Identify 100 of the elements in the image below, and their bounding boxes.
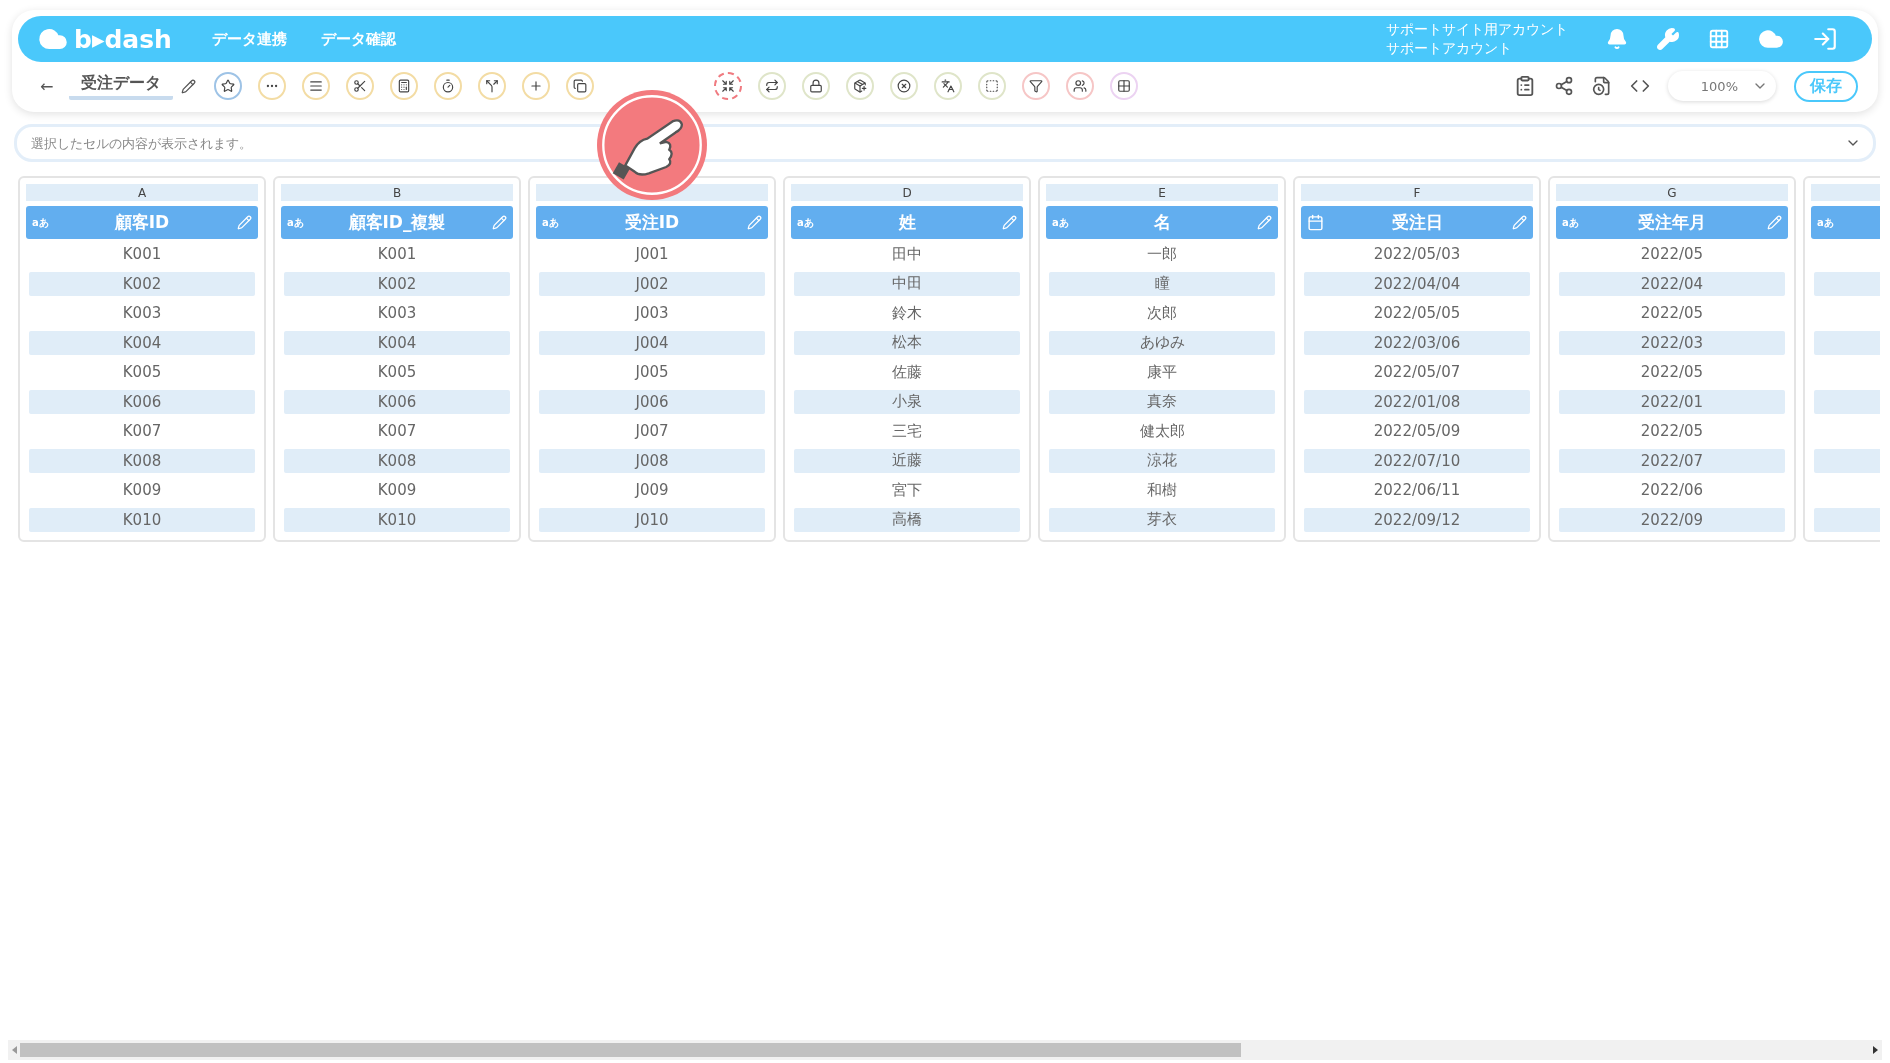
- column-header[interactable]: aあ 顧客ID_複製: [281, 206, 513, 239]
- translate-button[interactable]: [934, 72, 963, 100]
- column-header[interactable]: 受注日: [1301, 206, 1533, 239]
- table-cell: K010: [284, 507, 510, 532]
- star-icon: [221, 79, 236, 93]
- plus-button[interactable]: [522, 72, 551, 100]
- copy-button[interactable]: [566, 72, 595, 100]
- package-icon: [853, 79, 868, 93]
- cell-content-field[interactable]: 選択したセルの内容が表示されます。: [29, 134, 1845, 152]
- translate-icon: [941, 79, 956, 93]
- table-cell: 2022/09: [1559, 507, 1785, 532]
- grid-button[interactable]: [1110, 72, 1139, 100]
- table-cell-text: 健太郎: [1138, 420, 1186, 442]
- column-letter: A: [26, 184, 258, 201]
- column-name: 顧客ID: [113, 211, 171, 234]
- calendar-icon: [1307, 214, 1324, 231]
- column-header[interactable]: aあ 名: [1046, 206, 1278, 239]
- table-cell-text: 2022/06/11: [1372, 480, 1462, 501]
- table-cell: 瞳: [1049, 271, 1275, 296]
- table-cell-text: 2022/05: [1639, 362, 1705, 383]
- people-icon: [1073, 79, 1088, 93]
- column-header[interactable]: aあ 受注ID: [536, 206, 768, 239]
- save-button[interactable]: 保存: [1794, 70, 1858, 102]
- filter-icon: [1029, 79, 1044, 93]
- nav-link[interactable]: データ確認: [320, 29, 396, 49]
- back-arrow[interactable]: ←: [40, 76, 54, 96]
- nav-link[interactable]: データ連携: [211, 29, 287, 49]
- table-cell-text: 康平: [1146, 361, 1178, 383]
- dots-button[interactable]: [258, 72, 287, 100]
- column-header[interactable]: aあ 顧客ID: [26, 206, 258, 239]
- type-label: aあ: [797, 215, 814, 230]
- circle-x-button[interactable]: [890, 72, 919, 100]
- table-cell-text: K003: [121, 303, 163, 324]
- repeat-button[interactable]: [758, 72, 787, 100]
- scissors-icon: [353, 79, 368, 93]
- column-letter: D: [791, 184, 1023, 201]
- table-cell-text: 2022/05: [1639, 244, 1705, 265]
- star-button[interactable]: [214, 72, 243, 100]
- table-cell: 真奈: [1049, 389, 1275, 414]
- table-cell-text: K005: [376, 362, 418, 383]
- square-button[interactable]: [978, 72, 1007, 100]
- column-name: 受注日: [1390, 211, 1444, 234]
- table-cell: K008: [284, 448, 510, 473]
- table-cell-text: 2022/06: [1639, 480, 1705, 501]
- lock-icon: [809, 79, 824, 93]
- table-cell: K004: [284, 330, 510, 355]
- zoom-select[interactable]: 100%: [1668, 71, 1776, 101]
- table-cell-text: 佐藤: [891, 361, 923, 383]
- column-header[interactable]: aあ 姓: [791, 206, 1023, 239]
- table-cell-text: 2022/05/09: [1372, 421, 1462, 442]
- table-cell-text: 2022/05: [1639, 303, 1705, 324]
- table-cell-text: J005: [633, 362, 670, 383]
- shrink-button[interactable]: [714, 72, 743, 100]
- column-name: 名: [1152, 211, 1172, 234]
- timer-icon: [441, 79, 456, 93]
- package-button[interactable]: [846, 72, 875, 100]
- square-icon: [985, 79, 1000, 93]
- type-label: aあ: [1562, 215, 1579, 230]
- table-cell: K002: [284, 271, 510, 296]
- table-cell-text: K005: [121, 362, 163, 383]
- scissors-button[interactable]: [346, 72, 375, 100]
- column-name: 顧客ID_複製: [347, 211, 447, 234]
- lines-button[interactable]: [302, 72, 331, 100]
- timer-button[interactable]: [434, 72, 463, 100]
- column-header[interactable]: aあ: [1811, 206, 1880, 239]
- horizontal-scrollbar[interactable]: [8, 1040, 1882, 1060]
- split-button[interactable]: [478, 72, 507, 100]
- account-site: サポートサイト用アカウント: [1386, 20, 1568, 39]
- column-header[interactable]: aあ 受注年月: [1556, 206, 1788, 239]
- column-name: 姓: [897, 211, 917, 234]
- table-cell-text: K007: [121, 421, 163, 442]
- table-cell: J008: [539, 448, 765, 473]
- split-icon: [485, 79, 500, 93]
- table-cell: K008: [29, 448, 255, 473]
- share-icon[interactable]: [1554, 76, 1574, 96]
- table-cell-text: 三宅: [891, 420, 923, 442]
- filter-button[interactable]: [1022, 72, 1051, 100]
- cell-content-bar[interactable]: 選択したセルの内容が表示されます。: [14, 124, 1876, 162]
- copy-icon: [573, 79, 588, 93]
- table-cell: J004: [539, 330, 765, 355]
- clipboard-icon[interactable]: [1514, 75, 1536, 97]
- document-icon[interactable]: [1592, 76, 1612, 96]
- column-letter: B: [281, 184, 513, 201]
- type-label: aあ: [1817, 215, 1834, 230]
- table-cell: K010: [29, 507, 255, 532]
- calculator-button[interactable]: [390, 72, 419, 100]
- table-cell: K006: [284, 389, 510, 414]
- table-cell: 2022/03/06: [1304, 330, 1530, 355]
- column-letter: E: [1046, 184, 1278, 201]
- table-cell: 2022/07: [1559, 448, 1785, 473]
- people-button[interactable]: [1066, 72, 1095, 100]
- account-name: サポートアカウント: [1386, 39, 1513, 58]
- sheet-tab[interactable]: 受注データ: [69, 72, 174, 100]
- repeat-icon: [765, 79, 780, 93]
- table-cell: 涼花: [1049, 448, 1275, 473]
- shrink-icon: [721, 79, 736, 93]
- table-cell-text: 2022/05: [1639, 421, 1705, 442]
- pencil-icon[interactable]: [181, 78, 197, 94]
- lock-button[interactable]: [802, 72, 831, 100]
- type-label: aあ: [32, 215, 49, 230]
